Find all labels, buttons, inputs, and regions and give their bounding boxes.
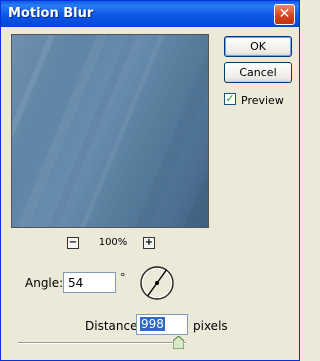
distance-value: 998 [140, 317, 165, 331]
distance-input[interactable]: 998 [136, 314, 188, 335]
preview-image[interactable] [11, 34, 209, 228]
preview-checkbox[interactable]: ✓ [224, 93, 236, 105]
zoom-in-button[interactable]: + [143, 237, 155, 249]
distance-label: Distance: [85, 319, 142, 333]
title-bar: Motion Blur ✕ [1, 1, 299, 27]
zoom-out-button[interactable]: − [67, 237, 79, 249]
dialog-title: Motion Blur [8, 6, 94, 21]
distance-slider-thumb[interactable] [173, 336, 184, 349]
close-button[interactable]: ✕ [274, 4, 295, 25]
zoom-level: 100% [98, 237, 128, 248]
ok-button[interactable]: OK [224, 36, 292, 57]
cancel-button[interactable]: Cancel [224, 62, 292, 83]
degree-symbol: ° [120, 271, 126, 284]
distance-slider-track[interactable] [18, 342, 186, 344]
motion-streaks [12, 35, 208, 227]
preview-checkbox-label[interactable]: Preview [241, 94, 284, 107]
angle-dial[interactable] [139, 265, 175, 301]
angle-label: Angle: [25, 276, 64, 290]
motion-blur-dialog: Motion Blur ✕ − 100% + OK Cancel ✓ Previ… [0, 0, 300, 361]
distance-units: pixels [193, 319, 228, 333]
angle-input[interactable]: 54 [63, 272, 116, 293]
